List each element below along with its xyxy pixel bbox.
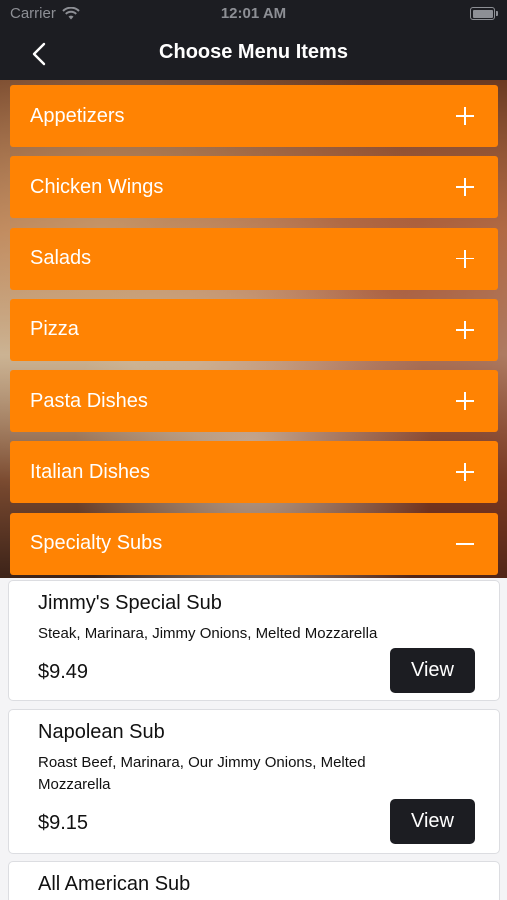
item-description: Steak, Marinara, Jimmy Onions, Melted Mo… xyxy=(38,625,378,642)
item-name: All American Sub xyxy=(38,873,191,895)
plus-icon xyxy=(456,392,474,411)
category-list: Appetizers Chicken Wings Salads Pizza Pa… xyxy=(10,85,498,584)
category-label: Chicken Wings xyxy=(30,175,164,198)
category-pizza[interactable]: Pizza xyxy=(10,298,498,361)
category-appetizers[interactable]: Appetizers xyxy=(10,85,498,147)
status-time: 12:01 AM xyxy=(220,5,287,22)
category-pasta-dishes[interactable]: Pasta Dishes xyxy=(10,370,498,433)
plus-icon xyxy=(456,463,474,482)
category-italian-dishes[interactable]: Italian Dishes xyxy=(10,441,498,504)
category-salads[interactable]: Salads xyxy=(10,227,498,290)
category-chicken-wings[interactable]: Chicken Wings xyxy=(10,156,498,219)
category-specialty-subs[interactable]: Specialty Subs xyxy=(10,512,498,575)
item-price: $9.49 xyxy=(38,661,89,683)
menu-item-card: All American Sub xyxy=(8,861,500,900)
battery-icon xyxy=(470,7,498,20)
plus-icon xyxy=(456,107,474,125)
item-price: $9.15 xyxy=(38,812,89,834)
category-label: Salads xyxy=(30,247,92,270)
menu-item-card: Jimmy's Special Sub Steak, Marinara, Jim… xyxy=(8,580,500,701)
item-name: Jimmy's Special Sub xyxy=(38,592,222,614)
view-button[interactable]: View xyxy=(390,799,475,844)
status-bar: Carrier 12:01 AM xyxy=(0,0,507,28)
item-name: Napolean Sub xyxy=(38,721,165,743)
category-label: Pasta Dishes xyxy=(30,389,148,412)
view-button[interactable]: View xyxy=(390,648,475,693)
plus-icon xyxy=(456,178,474,197)
menu-item-card: Napolean Sub Roast Beef, Marinara, Our J… xyxy=(8,709,500,854)
page-title: Choose Menu Items xyxy=(159,41,348,63)
navigation-bar: Choose Menu Items xyxy=(0,28,507,80)
category-label: Pizza xyxy=(30,318,79,341)
category-label: Specialty Subs xyxy=(30,532,163,555)
category-label: Appetizers xyxy=(30,104,125,127)
category-label: Italian Dishes xyxy=(30,460,151,483)
item-description: Roast Beef, Marinara, Our Jimmy Onions, … xyxy=(38,754,366,793)
plus-icon xyxy=(456,320,474,339)
plus-icon xyxy=(456,249,474,268)
menu-item-list[interactable]: Jimmy's Special Sub Steak, Marinara, Jim… xyxy=(0,578,507,900)
minus-icon xyxy=(456,535,474,553)
